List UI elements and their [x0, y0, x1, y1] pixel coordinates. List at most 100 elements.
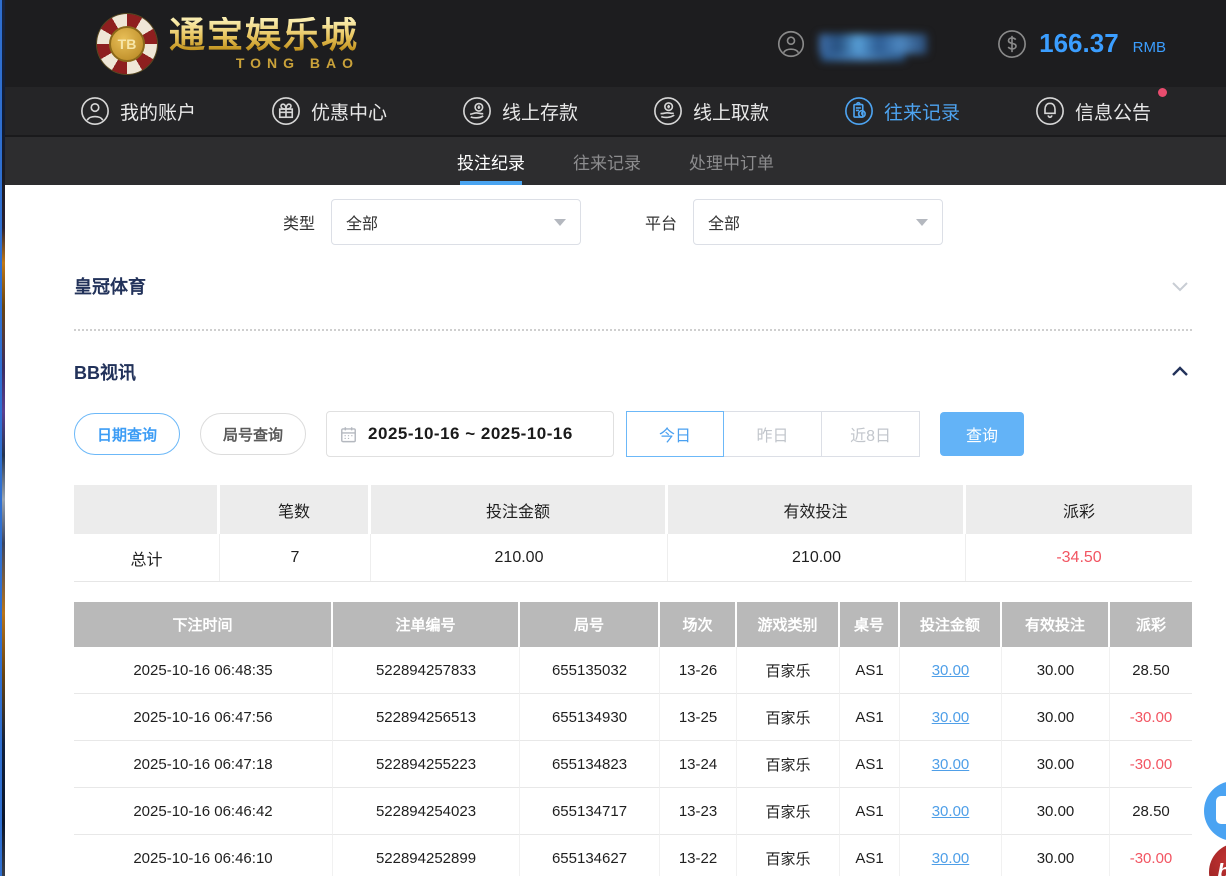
notification-badge — [1158, 88, 1167, 97]
balance[interactable]: 166.37 RMB — [997, 28, 1166, 59]
cell-round: 655134627 — [520, 835, 660, 876]
date-query-button[interactable]: 日期查询 — [74, 413, 180, 455]
cell-time: 2025-10-16 06:48:35 — [74, 647, 333, 694]
cell-payout: 28.50 — [1110, 647, 1192, 694]
cell-payout: -30.00 — [1110, 835, 1192, 876]
brand-logo[interactable]: TB 通宝娱乐城 TONG BAO — [97, 14, 359, 74]
cell-game: 百家乐 — [737, 788, 840, 835]
nav-label: 我的账户 — [120, 98, 196, 125]
casino-chip-icon: TB — [97, 14, 157, 74]
search-button[interactable]: 查询 — [940, 412, 1024, 456]
nav-announcements[interactable]: 信息公告 — [1035, 96, 1151, 126]
bet-amount-link[interactable]: 30.00 — [932, 803, 970, 820]
collapse-chevron-up-icon[interactable] — [1168, 360, 1192, 384]
background-strip — [0, 0, 5, 876]
section-title: BB视讯 — [74, 359, 136, 385]
cell-table: AS1 — [840, 788, 900, 835]
cell-session: 13-25 — [660, 694, 737, 741]
cell-game: 百家乐 — [737, 835, 840, 876]
platform-select-value: 全部 — [708, 210, 740, 234]
calendar-icon — [339, 425, 358, 444]
type-filter-label: 类型 — [283, 210, 315, 234]
nav-withdraw[interactable]: 线上取款 — [653, 96, 769, 126]
nav-label: 线上存款 — [502, 98, 578, 125]
tab-label: 投注纪录 — [457, 149, 525, 174]
nav-label: 信息公告 — [1075, 98, 1151, 125]
summary-count-value: 7 — [220, 534, 371, 581]
cell-time: 2025-10-16 06:46:10 — [74, 835, 333, 876]
cell-order: 522894254023 — [333, 788, 520, 835]
date-range-value: 2025-10-16 ~ 2025-10-16 — [368, 424, 573, 444]
round-query-button[interactable]: 局号查询 — [200, 413, 306, 455]
table-row: 2025-10-16 06:46:42 522894254023 6551347… — [74, 788, 1192, 835]
chevron-down-icon — [916, 219, 928, 226]
cell-valid: 30.00 — [1002, 741, 1110, 788]
bet-amount-link[interactable]: 30.00 — [932, 756, 970, 773]
cell-valid: 30.00 — [1002, 647, 1110, 694]
summary-header-count: 笔数 — [220, 485, 371, 534]
tab-pending-orders[interactable]: 处理中订单 — [689, 137, 774, 185]
nav-label: 优惠中心 — [311, 98, 387, 125]
col-header-session: 场次 — [660, 602, 737, 647]
dollar-icon — [997, 29, 1027, 59]
platform-select[interactable]: 全部 — [693, 199, 943, 245]
bell-icon — [1035, 96, 1065, 126]
cell-session: 13-24 — [660, 741, 737, 788]
bet-amount-link[interactable]: 30.00 — [932, 709, 970, 726]
bet-amount-link[interactable]: 30.00 — [932, 850, 970, 867]
bet-amount-link[interactable]: 30.00 — [932, 662, 970, 679]
summary-header-bet: 投注金额 — [371, 485, 668, 534]
col-header-table: 桌号 — [840, 602, 900, 647]
col-header-bet: 投注金额 — [900, 602, 1002, 647]
cell-table: AS1 — [840, 741, 900, 788]
dotted-divider — [74, 329, 1192, 331]
summary-header-row: 笔数 投注金额 有效投注 派彩 — [74, 485, 1192, 534]
cell-order: 522894257833 — [333, 647, 520, 694]
bet-records-table: 下注时间 注单编号 局号 场次 游戏类别 桌号 投注金额 有效投注 派彩 202… — [74, 602, 1192, 876]
col-header-time: 下注时间 — [74, 602, 333, 647]
table-row: 2025-10-16 06:48:35 522894257833 6551350… — [74, 647, 1192, 694]
nav-label: 往来记录 — [884, 98, 960, 125]
section-bb-video: BB视讯 — [74, 359, 1192, 385]
tab-label: 处理中订单 — [689, 149, 774, 174]
gift-icon — [271, 96, 301, 126]
collapse-chevron-down-icon[interactable] — [1168, 274, 1192, 298]
last-8-days-button[interactable]: 近8日 — [822, 411, 920, 457]
cell-table: AS1 — [840, 835, 900, 876]
cell-round: 655134930 — [520, 694, 660, 741]
table-row: 2025-10-16 06:46:10 522894252899 6551346… — [74, 835, 1192, 876]
page: TB 通宝娱乐城 TONG BAO — [0, 0, 1226, 876]
table-header-row: 下注时间 注单编号 局号 场次 游戏类别 桌号 投注金额 有效投注 派彩 — [74, 602, 1192, 647]
nav-deposit[interactable]: 线上存款 — [462, 96, 578, 126]
cell-payout: -30.00 — [1110, 694, 1192, 741]
platform-filter-label: 平台 — [645, 210, 677, 234]
tab-bet-records[interactable]: 投注纪录 — [457, 137, 525, 185]
cell-order: 522894252899 — [333, 835, 520, 876]
col-header-round: 局号 — [520, 602, 660, 647]
chat-icon — [1216, 796, 1226, 824]
filter-row: 类型 全部 平台 全部 — [283, 199, 1192, 245]
nav-my-account[interactable]: 我的账户 — [80, 96, 196, 126]
cell-time: 2025-10-16 06:47:56 — [74, 694, 333, 741]
today-button[interactable]: 今日 — [626, 411, 724, 457]
username-blurred — [819, 34, 927, 54]
record-subtabs: 投注纪录 往来记录 处理中订单 — [5, 137, 1226, 185]
type-select[interactable]: 全部 — [331, 199, 581, 245]
brand-subtitle: TONG BAO — [169, 55, 359, 71]
nav-promotions[interactable]: 优惠中心 — [271, 96, 387, 126]
tab-label: 往来记录 — [573, 149, 641, 174]
user-icon — [777, 30, 805, 58]
yesterday-button[interactable]: 昨日 — [724, 411, 822, 457]
summary-header-blank — [74, 485, 220, 534]
col-header-order: 注单编号 — [333, 602, 520, 647]
tab-transaction-records[interactable]: 往来记录 — [573, 137, 641, 185]
cell-game: 百家乐 — [737, 694, 840, 741]
section-title: 皇冠体育 — [74, 273, 146, 299]
main-nav: 我的账户 优惠中心 — [5, 87, 1226, 137]
cell-round: 655134823 — [520, 741, 660, 788]
date-range-input[interactable]: 2025-10-16 ~ 2025-10-16 — [326, 411, 614, 457]
nav-records[interactable]: 往来记录 — [844, 96, 960, 126]
records-icon — [844, 96, 874, 126]
user-account[interactable] — [777, 30, 927, 58]
chip-tb-label: TB — [109, 26, 145, 62]
